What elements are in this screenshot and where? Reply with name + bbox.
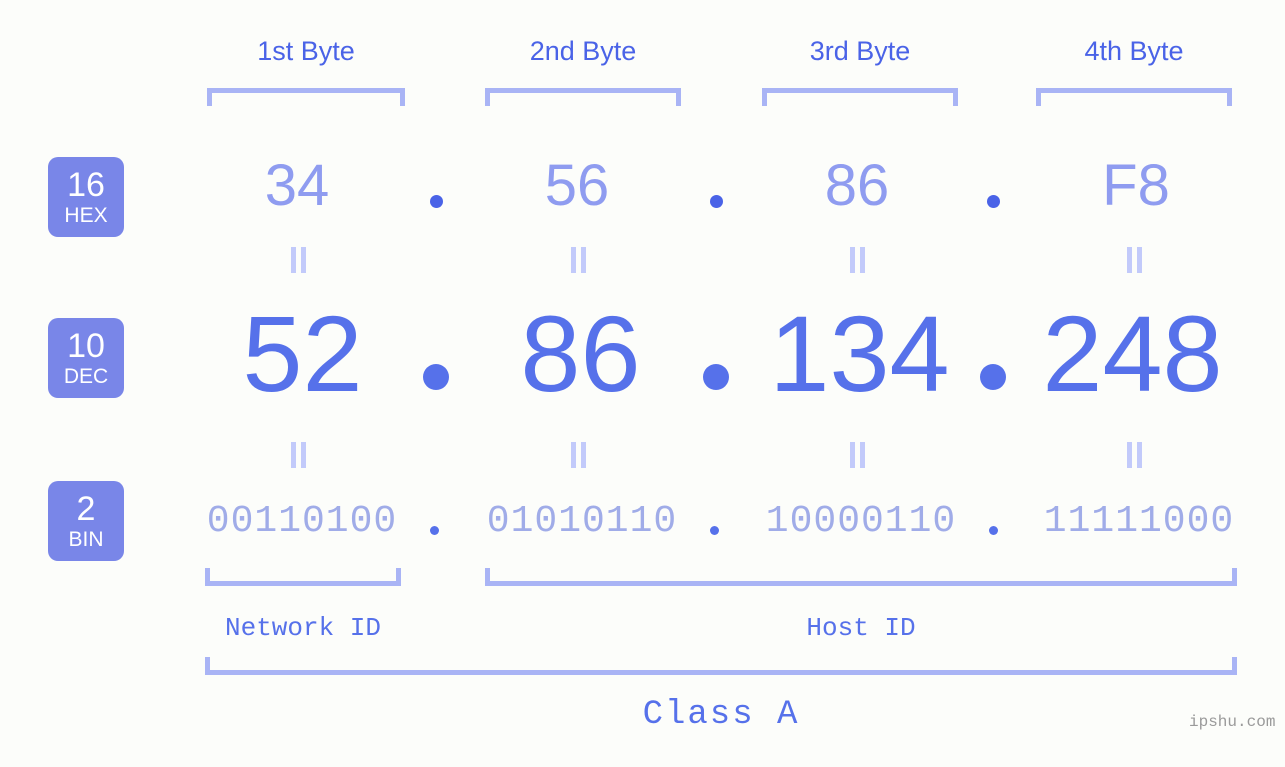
bin-byte-value-4: 11111000: [1043, 500, 1235, 543]
bin-separator-dot-2: [710, 526, 719, 535]
host-id-label: Host ID: [806, 613, 916, 643]
hex-byte-value-3: 86: [824, 153, 890, 218]
radix-badge-dec-name: DEC: [63, 365, 109, 388]
byte-bracket-3: [762, 88, 958, 106]
hex-separator-dot-3: [987, 195, 1000, 208]
class-bracket: [205, 657, 1237, 675]
byte-bracket-2: [485, 88, 681, 106]
network-id-label: Network ID: [224, 613, 382, 643]
byte-header-label-2: 2nd Byte: [529, 36, 637, 66]
equality-mark-dec-bin-4: [1126, 442, 1143, 468]
radix-badge-hex-number: 16: [67, 166, 105, 204]
dec-separator-dot-3: [980, 364, 1006, 390]
equality-mark-hex-dec-4: [1126, 247, 1143, 273]
dec-byte-value-4: 248: [1042, 293, 1223, 414]
equality-mark-dec-bin-1: [290, 442, 307, 468]
bin-separator-dot-3: [989, 526, 998, 535]
radix-badge-bin-number: 2: [76, 490, 96, 528]
hex-byte-value-2: 56: [544, 153, 610, 218]
byte-header-label-3: 3rd Byte: [809, 36, 911, 66]
byte-header-label-1: 1st Byte: [257, 36, 355, 66]
radix-badge-bin-name: BIN: [68, 528, 104, 551]
radix-badge-hex: 16 HEX: [48, 157, 124, 237]
bin-byte-value-3: 10000110: [765, 500, 957, 543]
radix-badge-dec-number: 10: [67, 327, 105, 365]
bin-byte-value-2: 01010110: [486, 500, 678, 543]
equality-mark-dec-bin-3: [849, 442, 866, 468]
bin-byte-value-1: 00110100: [206, 500, 398, 543]
byte-header-label-4: 4th Byte: [1084, 36, 1184, 66]
radix-badge-bin: 2 BIN: [48, 481, 124, 561]
dec-byte-value-2: 86: [520, 293, 641, 414]
site-watermark: ipshu.com: [1189, 713, 1276, 731]
dec-byte-value-1: 52: [242, 293, 363, 414]
hex-byte-value-4: F8: [1102, 153, 1170, 218]
equality-mark-hex-dec-1: [290, 247, 307, 273]
network-id-bracket: [205, 568, 401, 586]
radix-badge-dec: 10 DEC: [48, 318, 124, 398]
hex-separator-dot-2: [710, 195, 723, 208]
byte-bracket-4: [1036, 88, 1232, 106]
hex-byte-value-1: 34: [264, 153, 330, 218]
equality-mark-dec-bin-2: [570, 442, 587, 468]
radix-badge-hex-name: HEX: [64, 204, 108, 227]
equality-mark-hex-dec-3: [849, 247, 866, 273]
bin-separator-dot-1: [430, 526, 439, 535]
ip-breakdown-diagram: 1st Byte 2nd Byte 3rd Byte 4th Byte 16 H…: [0, 0, 1285, 767]
dec-separator-dot-1: [423, 364, 449, 390]
hex-separator-dot-1: [430, 195, 443, 208]
dec-separator-dot-2: [703, 364, 729, 390]
class-label: Class A: [642, 696, 800, 734]
dec-byte-value-3: 134: [769, 293, 950, 414]
host-id-bracket: [485, 568, 1237, 586]
byte-bracket-1: [207, 88, 405, 106]
equality-mark-hex-dec-2: [570, 247, 587, 273]
